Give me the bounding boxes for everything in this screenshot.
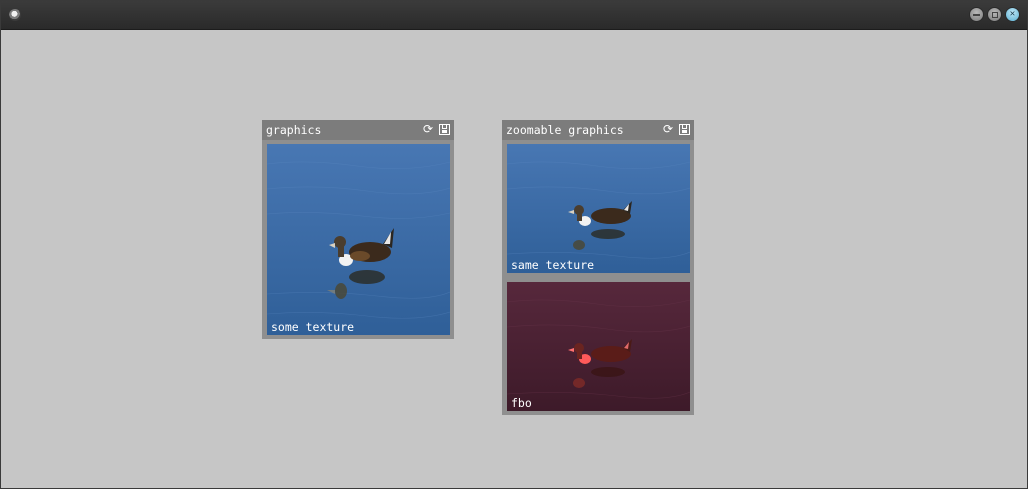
refresh-icon[interactable]: ⟳ [422,123,434,136]
duck-image [507,144,690,273]
title-bar[interactable]: ✕ [1,1,1027,30]
close-icon: ✕ [1009,9,1016,19]
tile-label: fbo [511,396,532,410]
app-icon[interactable] [9,9,21,21]
close-button[interactable]: ✕ [1005,7,1020,22]
refresh-icon[interactable]: ⟳ [662,123,674,136]
minimize-icon [973,13,980,16]
save-icon[interactable] [439,124,450,135]
panel-header: graphics ⟳ [262,120,454,140]
maximize-icon [991,11,998,18]
maximize-button[interactable] [987,7,1002,22]
tile-label: same texture [511,258,595,272]
save-icon[interactable] [679,124,690,135]
zoomable-texture-view[interactable]: same texture [507,144,690,273]
fbo-duck-image [507,282,690,411]
panel-header: zoomable graphics ⟳ [502,120,694,140]
app-window: ✕ graphics ⟳ some texture zoomable graph… [0,0,1028,489]
minimize-button[interactable] [969,7,984,22]
fbo-view[interactable]: fbo [507,282,690,411]
zoomable-graphics-panel: zoomable graphics ⟳ same texture fbo [502,120,694,415]
duck-image [267,144,450,335]
panel-title: graphics [266,123,322,137]
panel-title: zoomable graphics [506,123,624,137]
graphics-panel: graphics ⟳ some texture [262,120,454,339]
tile-label: some texture [271,320,355,334]
texture-view[interactable]: some texture [267,144,450,335]
